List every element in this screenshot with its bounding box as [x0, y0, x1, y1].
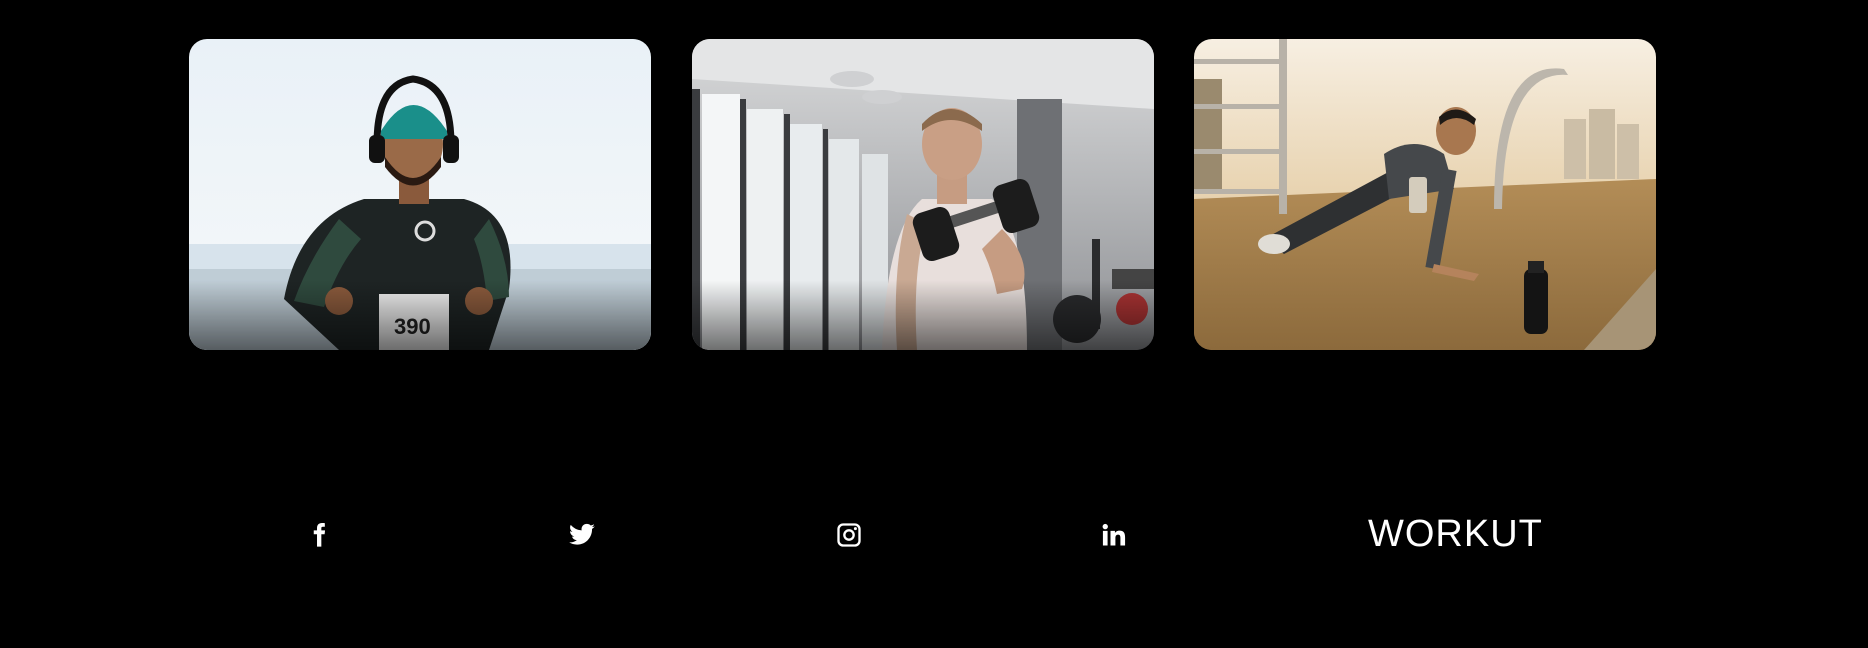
card-bottom-fade — [189, 280, 651, 350]
gallery-card-gym[interactable] — [691, 39, 1154, 350]
brand-logo-text[interactable]: WORKUT — [1368, 514, 1543, 554]
twitter-icon — [569, 523, 595, 545]
image-gallery: 390 — [189, 39, 1656, 350]
gallery-card-runner[interactable]: 390 — [189, 39, 651, 350]
instagram-link[interactable] — [832, 518, 866, 552]
instagram-icon — [837, 523, 861, 547]
twitter-link[interactable] — [565, 518, 599, 552]
gallery-card-pushup[interactable] — [1194, 39, 1656, 350]
linkedin-icon — [1102, 523, 1126, 546]
facebook-link[interactable] — [302, 518, 336, 552]
card-bottom-fade — [691, 280, 1154, 350]
linkedin-link[interactable] — [1097, 518, 1131, 552]
facebook-icon — [313, 522, 326, 547]
outdoor-pushup-photo — [1194, 39, 1656, 350]
footer: WORKUT — [0, 500, 1868, 570]
